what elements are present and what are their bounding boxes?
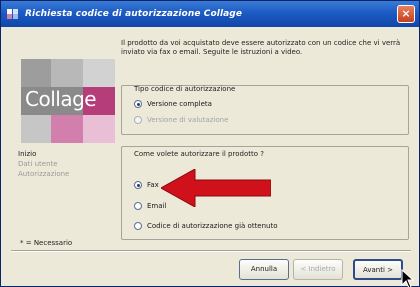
app-icon [7, 9, 19, 19]
title-bar[interactable]: Richiesta codice di autorizzazione Colla… [1, 1, 419, 27]
radio-full-version[interactable]: Versione completa [134, 100, 212, 108]
intro-text: Il prodotto da voi acquistato deve esser… [121, 39, 401, 56]
footer-divider [11, 250, 411, 252]
radio-label: Codice di autorizzazione già ottenuto [147, 222, 278, 230]
dialog-window: Richiesta codice di autorizzazione Colla… [0, 0, 420, 287]
radio-label: Versione completa [147, 100, 212, 108]
logo-text: Collage [25, 87, 97, 111]
collage-logo: Collage [21, 59, 115, 143]
authorization-method-group-title: Come volete autorizzare il prodotto ? [134, 150, 264, 158]
radio-button-icon [134, 100, 142, 108]
required-note: * = Necessario [20, 239, 73, 247]
back-button: < Indietro [293, 259, 343, 280]
code-type-group-title: Tipo codice di autorizzazione [134, 85, 236, 93]
radio-label: Versione di valutazione [147, 116, 229, 124]
cancel-button[interactable]: Annulla [239, 259, 289, 280]
step-item-authorization: Autorizzazione [18, 170, 70, 178]
radio-button-icon [134, 116, 142, 124]
step-item-user-data: Dati utente [18, 160, 58, 168]
mouse-cursor-icon [401, 269, 415, 287]
red-arrow-icon [161, 169, 271, 207]
next-button[interactable]: Avanti > [353, 259, 403, 280]
step-item-start: Inizio [18, 150, 37, 158]
window-title: Richiesta codice di autorizzazione Colla… [25, 9, 243, 19]
radio-fax[interactable]: Fax [134, 181, 159, 189]
radio-button-icon [134, 222, 142, 230]
close-icon: × [401, 7, 411, 20]
close-button[interactable]: × [397, 5, 415, 23]
radio-button-icon [134, 181, 142, 189]
radio-label: Fax [147, 181, 159, 189]
radio-code-already-obtained[interactable]: Codice di autorizzazione già ottenuto [134, 222, 278, 230]
radio-button-icon [134, 202, 142, 210]
step-list: Inizio Dati utente Autorizzazione [18, 149, 69, 179]
radio-evaluation-version: Versione di valutazione [134, 116, 228, 124]
